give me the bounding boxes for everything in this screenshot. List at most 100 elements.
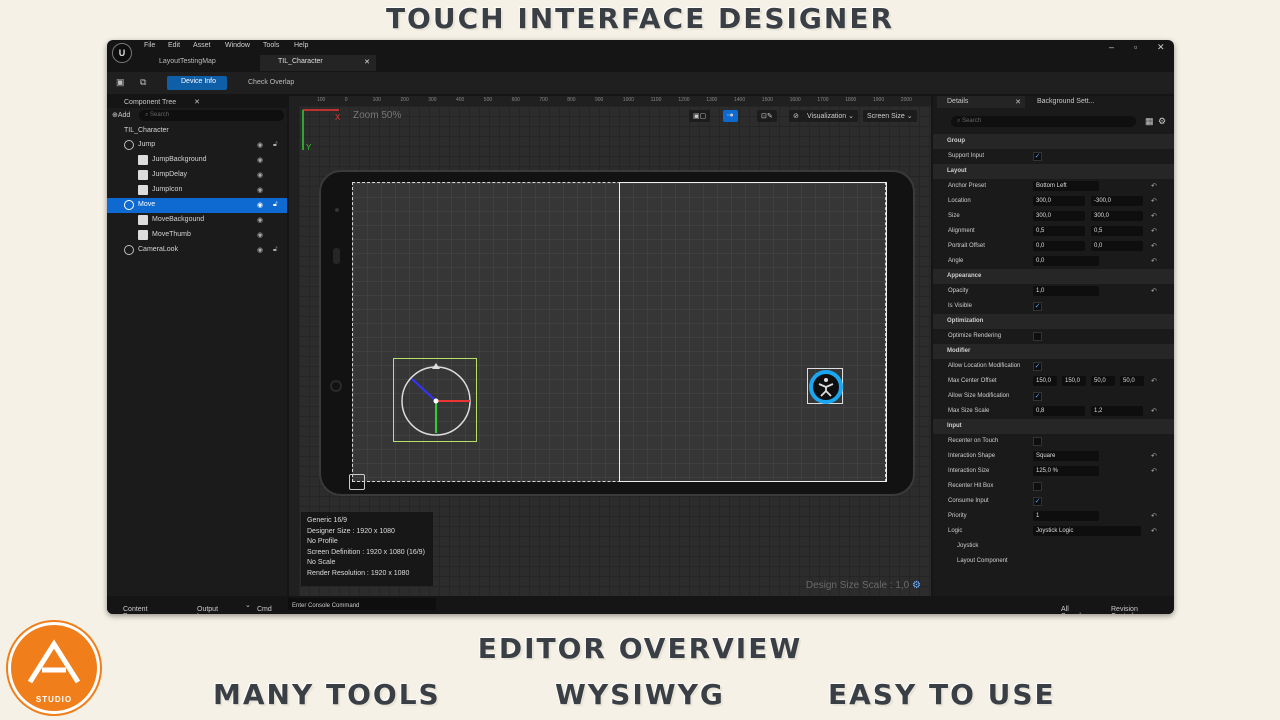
tree-item-jumpdelay[interactable]: JumpDelay ◉ — [107, 168, 287, 183]
property-value[interactable]: 150,0 — [1033, 376, 1057, 386]
eye-icon[interactable]: ◉ — [257, 141, 263, 149]
tab-details[interactable]: Details ✕ — [937, 96, 1025, 108]
eye-icon[interactable]: ◉ — [257, 186, 263, 194]
property-value[interactable]: 300,0 — [1091, 211, 1143, 221]
property-value[interactable]: 0,0 — [1033, 256, 1099, 266]
reset-icon[interactable]: ↶ — [1151, 407, 1157, 415]
close-panel-icon[interactable]: ✕ — [178, 99, 200, 106]
eye-icon[interactable]: ◉ — [257, 201, 263, 209]
transform-tool-icon[interactable]: ⊡✎ — [757, 110, 777, 122]
close-window-icon[interactable]: ✕ — [1157, 42, 1165, 53]
property-row[interactable]: Layout Component — [933, 554, 1174, 569]
settings-gear-icon[interactable]: ⚙ — [912, 580, 921, 591]
property-value[interactable]: 300,0 — [1033, 211, 1085, 221]
property-row[interactable]: Input — [933, 419, 1174, 434]
property-checkbox[interactable]: ✓ — [1033, 302, 1042, 311]
reset-icon[interactable]: ↶ — [1151, 197, 1157, 205]
property-checkbox[interactable] — [1033, 332, 1042, 341]
details-search-input[interactable]: ⌕ Search — [951, 116, 1136, 127]
property-value[interactable]: 0,0 — [1033, 241, 1085, 251]
menu-edit[interactable]: Edit — [168, 42, 180, 49]
property-value[interactable]: 125,0 % — [1033, 466, 1099, 476]
property-row[interactable]: Optimization — [933, 314, 1174, 329]
property-value[interactable]: 50,0 — [1091, 376, 1115, 386]
reset-icon[interactable]: ↶ — [1151, 527, 1157, 535]
eye-icon[interactable]: ◉ — [257, 156, 263, 164]
table-view-icon[interactable]: ▦ — [1145, 116, 1154, 127]
eye-icon[interactable]: ◉ — [257, 246, 263, 254]
reset-icon[interactable]: ↶ — [1151, 467, 1157, 475]
property-value[interactable]: Bottom Left — [1033, 181, 1099, 191]
eye-icon[interactable]: ◉ — [257, 171, 263, 179]
property-value[interactable]: 150,0 — [1062, 376, 1086, 386]
settings-gear-icon[interactable]: ⚙ — [1158, 116, 1166, 127]
jump-button[interactable] — [807, 368, 843, 404]
tab-background-settings[interactable]: Background Sett... — [1037, 98, 1095, 105]
tree-search-input[interactable]: ⌕ Search — [139, 110, 284, 121]
check-overlap-button[interactable]: Check Overlap — [236, 79, 294, 86]
camera-look-anchor[interactable] — [349, 474, 365, 490]
property-value[interactable]: 1 — [1033, 511, 1099, 521]
property-row[interactable]: Modifier — [933, 344, 1174, 359]
tab-layout-testing-map[interactable]: LayoutTestingMap — [141, 55, 222, 71]
property-value[interactable]: 0,8 — [1033, 406, 1085, 416]
browse-icon[interactable]: ⧉ — [140, 77, 146, 88]
eye-icon[interactable]: ◉ — [257, 231, 263, 239]
property-value[interactable]: 0,0 — [1091, 241, 1143, 251]
reset-icon[interactable]: ↶ — [1151, 377, 1157, 385]
tree-item-movethumb[interactable]: MoveThumb ◉ — [107, 228, 287, 243]
tree-item-jumpbackground[interactable]: JumpBackground ◉ — [107, 153, 287, 168]
reset-icon[interactable]: ↶ — [1151, 212, 1157, 220]
reset-icon[interactable]: ↶ — [1151, 227, 1157, 235]
reset-icon[interactable]: ↶ — [1151, 257, 1157, 265]
reset-icon[interactable]: ↶ — [1151, 242, 1157, 250]
move-joystick[interactable] — [393, 358, 477, 442]
reset-icon[interactable]: ↶ — [1151, 452, 1157, 460]
add-button[interactable]: ⊕Add — [112, 111, 130, 119]
lock-icon[interactable]: 🔓︎ — [273, 141, 278, 149]
eye-icon[interactable]: ◉ — [257, 216, 263, 224]
reset-icon[interactable]: ↶ — [1151, 287, 1157, 295]
tree-item-cameralook[interactable]: CameraLook ◉ 🔓︎ — [107, 243, 287, 258]
menu-help[interactable]: Help — [294, 42, 308, 49]
property-checkbox[interactable]: ✓ — [1033, 362, 1042, 371]
property-checkbox[interactable] — [1033, 482, 1042, 491]
menu-file[interactable]: File — [144, 42, 155, 49]
property-value[interactable]: 0,5 — [1091, 226, 1143, 236]
tree-item-movebackgound[interactable]: MoveBackgound ◉ — [107, 213, 287, 228]
camera-look-zone[interactable] — [619, 182, 887, 482]
cmd-dropdown[interactable]: Cmd ⌄ — [245, 601, 272, 613]
property-checkbox[interactable]: ✓ — [1033, 392, 1042, 401]
visibility-toggle-icon[interactable]: ⊘ — [789, 110, 803, 122]
close-tab-icon[interactable]: ✕ — [1015, 98, 1021, 106]
menu-window[interactable]: Window — [225, 42, 250, 49]
property-value[interactable]: Joystick Logic — [1033, 526, 1141, 536]
property-value[interactable]: 1,2 — [1091, 406, 1143, 416]
property-row[interactable]: Group — [933, 134, 1174, 149]
property-value[interactable]: -300,0 — [1091, 196, 1143, 206]
lock-icon[interactable]: 🔓︎ — [273, 201, 278, 209]
property-value[interactable]: 300,0 — [1033, 196, 1085, 206]
property-row[interactable]: Appearance — [933, 269, 1174, 284]
layout-mode-icon[interactable]: ▣▢ — [689, 110, 711, 122]
property-value[interactable]: 1,0 — [1033, 286, 1099, 296]
maximize-icon[interactable]: ▫ — [1134, 42, 1137, 52]
menu-asset[interactable]: Asset — [193, 42, 211, 49]
property-row[interactable]: Layout — [933, 164, 1174, 179]
tree-item-move[interactable]: Move ◉ 🔓︎ — [107, 198, 287, 213]
minimize-icon[interactable]: – — [1109, 42, 1114, 52]
property-value[interactable]: Square — [1033, 451, 1099, 461]
reset-icon[interactable]: ↶ — [1151, 182, 1157, 190]
property-checkbox[interactable]: ✓ — [1033, 152, 1042, 161]
close-tab-icon[interactable]: ✕ — [364, 58, 370, 66]
property-value[interactable]: 0,5 — [1033, 226, 1085, 236]
snap-mode-icon[interactable]: ▫● — [723, 110, 738, 122]
designer-viewport[interactable]: 100 0 100 200 300 400 500 600 700 800 900 1000 1100 1… — [289, 96, 931, 596]
console-input[interactable]: Enter Console Command — [288, 598, 436, 610]
screen-size-dropdown[interactable]: Screen Size ⌄ — [863, 110, 917, 122]
save-icon[interactable]: ▣ — [116, 77, 125, 88]
property-row[interactable]: Joystick — [933, 539, 1174, 554]
property-checkbox[interactable]: ✓ — [1033, 497, 1042, 506]
tree-item-jumpicon[interactable]: JumpIcon ◉ — [107, 183, 287, 198]
device-info-button[interactable]: Device Info — [167, 76, 227, 90]
